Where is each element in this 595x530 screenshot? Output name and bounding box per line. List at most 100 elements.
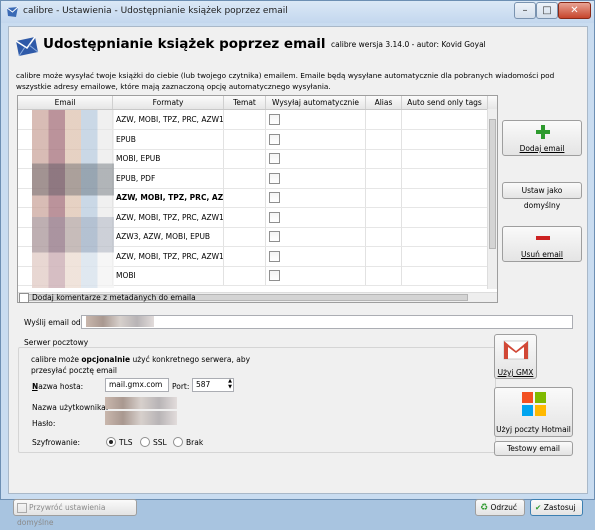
auto-send-cell[interactable] [266,149,366,168]
auto-send-cell[interactable] [266,207,366,227]
alias-cell[interactable] [366,129,402,149]
alias-cell[interactable] [366,207,402,227]
column-header-auto-send[interactable]: Wysyłaj automatycznie [266,96,366,109]
none-label: Brak [186,438,204,447]
formats-cell[interactable]: AZW, MOBI, TPZ, PRC, AZW1 [113,246,224,266]
set-default-button[interactable]: Ustaw jako domyślny [502,182,582,210]
remove-email-button[interactable]: Usuń email [502,226,582,262]
tags-cell[interactable] [402,246,488,266]
ssl-label: SSL [153,438,167,447]
tags-cell[interactable] [402,266,488,285]
use-hotmail-label: Użyj poczty Hotmail [496,425,571,434]
tags-cell[interactable] [402,129,488,149]
apply-label: Zastosuj [543,503,576,512]
email-accounts-table[interactable]: Email Formaty Temat Wysyłaj automatyczni… [17,95,498,303]
username-label: Nazwa użytkownika: [32,403,109,412]
auto-send-cell[interactable] [266,129,366,149]
subject-cell[interactable] [224,110,266,129]
formats-cell[interactable]: AZW, MOBI, TPZ, PRC, AZW1 [113,110,224,129]
hostname-label-text: Nazwa hosta: [32,382,84,391]
auto-send-cell[interactable] [266,110,366,129]
none-radio[interactable] [173,437,183,447]
vertical-scrollbar[interactable] [487,109,497,289]
column-header-auto-send-tags[interactable]: Auto send only tags [402,96,488,109]
tags-cell[interactable] [402,168,488,188]
send-from-label: Wyślij email od: [24,318,84,327]
port-spinbox[interactable]: 587 ▲ ▼ [192,378,234,392]
auto-send-checkbox[interactable] [269,172,280,184]
discard-button[interactable]: ♻ Odrzuć [475,499,525,516]
remove-email-label: Usuń email [521,250,563,259]
auto-send-checkbox[interactable] [269,114,280,125]
maximize-button[interactable]: □ [536,2,558,19]
vertical-scroll-thumb[interactable] [489,119,496,249]
formats-cell[interactable]: EPUB, PDF [113,168,224,188]
hostname-input[interactable]: mail.gmx.com [105,378,169,392]
auto-send-checkbox[interactable] [269,211,280,223]
minimize-button[interactable]: – [514,2,536,19]
spin-arrows-icon[interactable]: ▲ ▼ [228,378,232,390]
subject-cell[interactable] [224,149,266,168]
auto-send-cell[interactable] [266,188,366,207]
subject-cell[interactable] [224,227,266,246]
column-header-alias[interactable]: Alias [366,96,402,109]
use-gmx-button[interactable]: Użyj GMX [494,334,537,379]
auto-send-checkbox[interactable] [269,250,280,262]
auto-send-cell[interactable] [266,246,366,266]
formats-cell[interactable]: MOBI [113,266,224,285]
subject-cell[interactable] [224,207,266,227]
auto-send-checkbox[interactable] [269,192,280,203]
alias-cell[interactable] [366,188,402,207]
auto-send-checkbox[interactable] [269,231,280,242]
tls-radio[interactable] [106,437,116,447]
subject-cell[interactable] [224,188,266,207]
alias-cell[interactable] [366,227,402,246]
subject-cell[interactable] [224,168,266,188]
tags-cell[interactable] [402,188,488,207]
test-email-button[interactable]: Testowy email [494,441,573,456]
send-from-input[interactable] [81,315,573,329]
auto-send-cell[interactable] [266,227,366,246]
auto-send-checkbox[interactable] [269,133,280,145]
formats-cell[interactable]: AZW, MOBI, TPZ, PRC, AZW1 [113,207,224,227]
alias-cell[interactable] [366,110,402,129]
subject-cell[interactable] [224,246,266,266]
windows-logo-icon [522,392,546,416]
description-text: calibre może wysyłać twoje książki do ci… [16,71,555,91]
alias-cell[interactable] [366,266,402,285]
use-hotmail-button[interactable]: Użyj poczty Hotmail [494,387,573,437]
column-header-subject[interactable]: Temat [224,96,266,109]
alias-cell[interactable] [366,246,402,266]
test-email-label: Testowy email [507,444,560,453]
title-bar: calibre - Ustawienia - Udostępnianie ksi… [1,1,594,23]
formats-cell[interactable]: MOBI, EPUB [113,149,224,168]
redacted-from-address [86,316,154,327]
auto-send-checkbox[interactable] [269,270,280,281]
auto-send-checkbox[interactable] [269,153,280,164]
auto-send-cell[interactable] [266,266,366,285]
tags-cell[interactable] [402,149,488,168]
port-label: Port: [172,382,190,391]
add-comments-checkbox[interactable] [19,293,29,303]
auto-send-cell[interactable] [266,168,366,188]
restore-defaults-button[interactable]: Przywróć ustawienia domyślne [13,499,137,527]
formats-cell[interactable]: AZW3, AZW, MOBI, EPUB [113,227,224,246]
server-desc-bold: opcjonalnie [81,355,131,364]
formats-cell[interactable]: AZW, MOBI, TPZ, PRC, AZW1 [113,188,224,207]
ssl-radio[interactable] [140,437,150,447]
discard-label: Odrzuć [490,503,518,512]
apply-button[interactable]: ✔ Zastosuj [530,499,583,516]
alias-cell[interactable] [366,149,402,168]
close-button[interactable]: ✕ [558,2,591,19]
subject-cell[interactable] [224,266,266,285]
tags-cell[interactable] [402,207,488,227]
subject-cell[interactable] [224,129,266,149]
tags-cell[interactable] [402,227,488,246]
tags-cell[interactable] [402,110,488,129]
formats-cell[interactable]: EPUB [113,129,224,149]
column-header-email[interactable]: Email [18,96,113,109]
redacted-email-overlay [32,110,114,288]
column-header-formats[interactable]: Formaty [113,96,224,109]
add-email-button[interactable]: Dodaj email [502,120,582,156]
alias-cell[interactable] [366,168,402,188]
